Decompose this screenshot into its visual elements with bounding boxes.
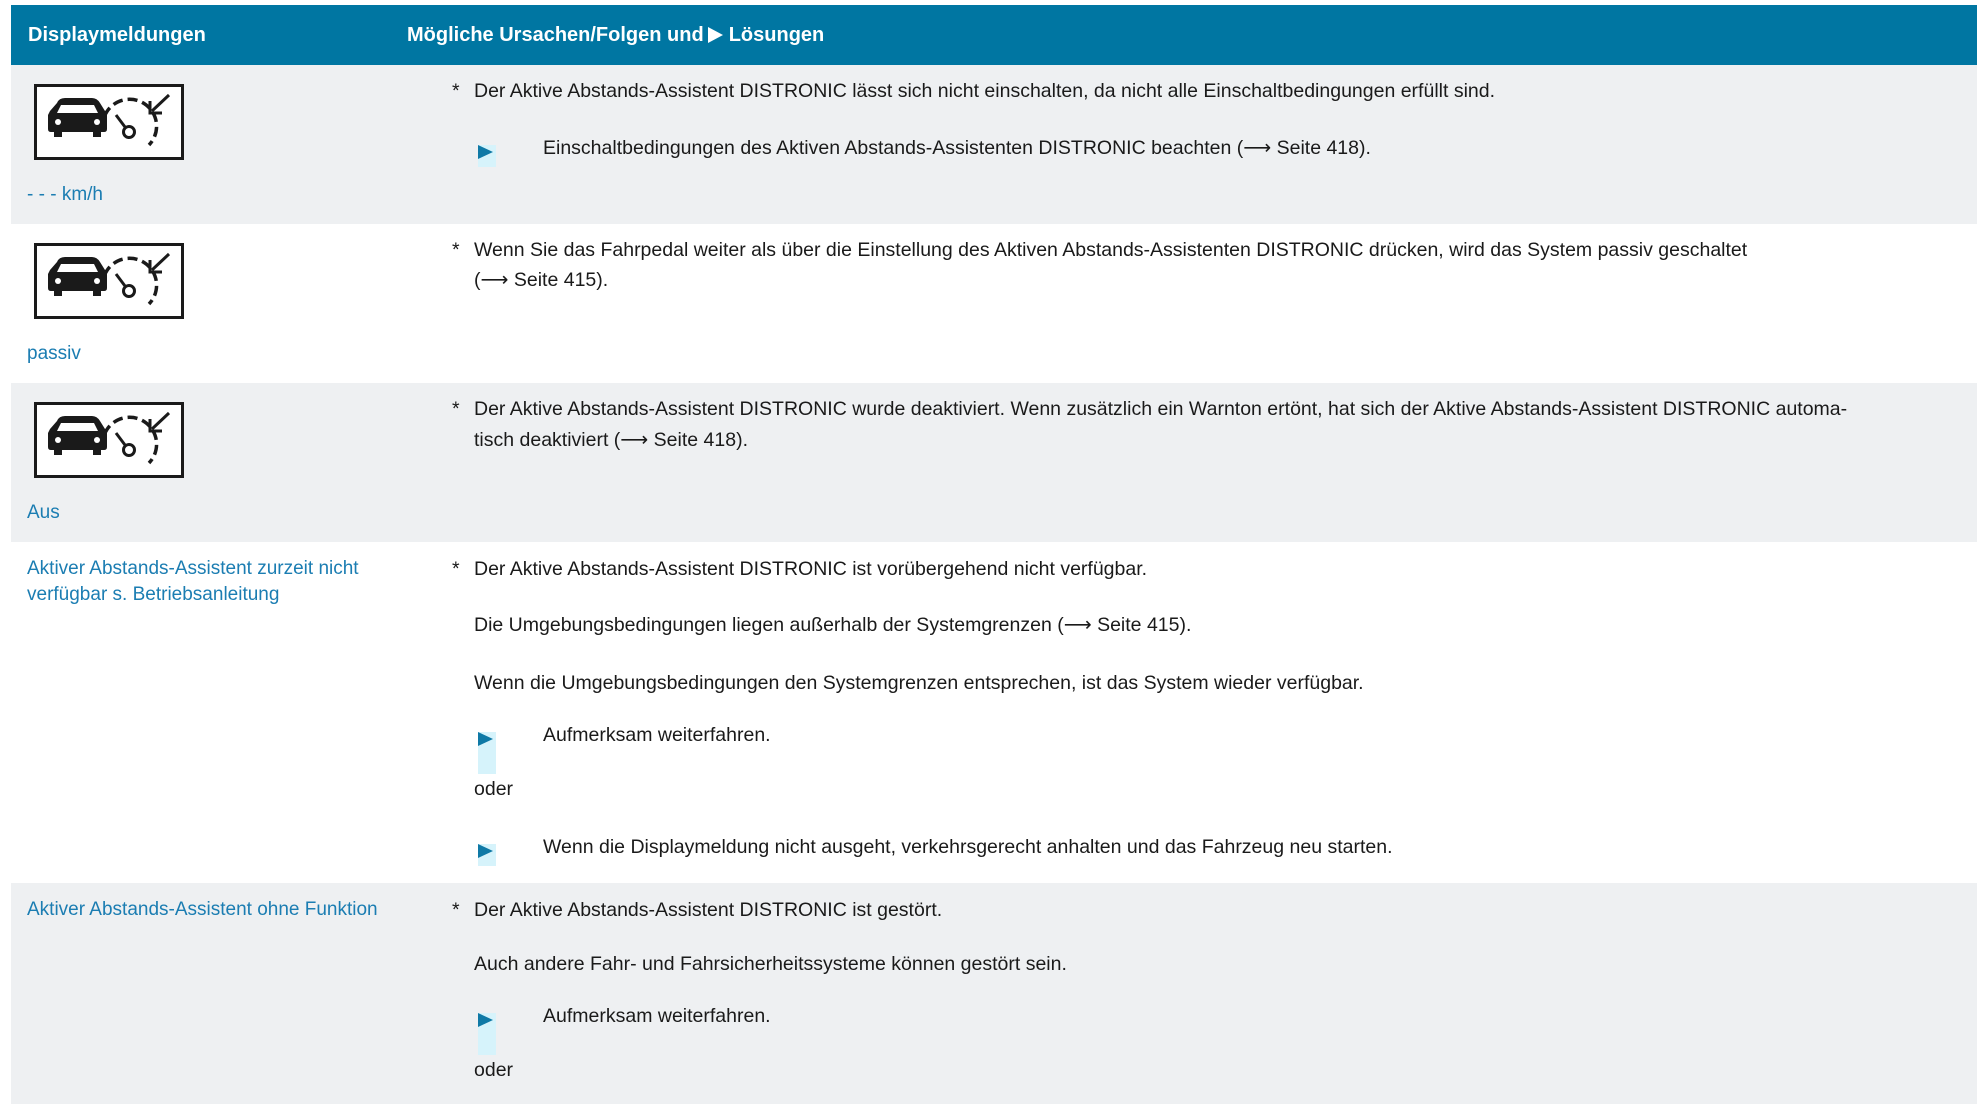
paragraph: Die Umgebungsbedingungen liegen außerhal… (474, 614, 1192, 636)
bullet: * (452, 899, 460, 921)
cause-text: Der Aktive Abstands-Assistent DISTRONIC … (474, 80, 1496, 102)
cause-text-line2: tisch deaktiviert (⟶ Seite 418). (474, 429, 748, 451)
table-header: Displaymeldungen Mögliche Ursachen/Folge… (11, 5, 1977, 65)
oder-text: oder (474, 1059, 514, 1081)
bullet: * (452, 398, 460, 420)
oder-text: oder (474, 778, 514, 800)
header-causes-solutions: Mögliche Ursachen/Folgen und Lösungen (407, 23, 825, 46)
solution-step: Aufmerksam weiterfahren. (543, 1005, 771, 1027)
step-arrow-icon (476, 730, 496, 774)
solution-step: Einschaltbedingungen des Aktiven Abstand… (543, 137, 1371, 159)
cause-text: Der Aktive Abstands-Assistent DISTRONIC … (474, 558, 1148, 580)
table-row: Aus * Der Aktive Abstands-Assistent DIST… (11, 383, 1977, 542)
paragraph: Wenn die Umgebungsbedingungen den System… (474, 672, 1364, 694)
message-label-aus: Aus (27, 502, 60, 523)
cause-text-line2: (⟶ Seite 415). (474, 269, 609, 291)
message-label-passiv: passiv (27, 343, 81, 364)
table-row: passiv * Wenn Sie das Fahrpedal weiter a… (11, 224, 1977, 383)
distronic-speedometer-icon (34, 243, 184, 319)
message-label-line1: Aktiver Abstands-Assistent zurzeit nicht (27, 558, 359, 579)
paragraph: Auch andere Fahr- und Fahrsicherheitssys… (474, 953, 1067, 975)
step-arrow-icon (476, 842, 496, 866)
table-row: Aktiver Abstands-Assistent ohne Funktion… (11, 883, 1977, 1104)
cause-text-line1: Wenn Sie das Fahrpedal weiter als über d… (474, 239, 1748, 261)
table-row: - - - km/h * Der Aktive Abstands-Assiste… (11, 65, 1977, 224)
bullet: * (452, 80, 460, 102)
message-table: Displaymeldungen Mögliche Ursachen/Folge… (11, 5, 1977, 1104)
bullet: * (452, 558, 460, 580)
step-arrow-icon (476, 143, 496, 167)
solution-step: Wenn die Displaymeldung nicht ausgeht, v… (543, 836, 1393, 858)
message-label: Aktiver Abstands-Assistent ohne Funktion (27, 899, 378, 920)
cause-text-line1: Der Aktive Abstands-Assistent DISTRONIC … (474, 398, 1848, 420)
solution-step: Aufmerksam weiterfahren. (543, 724, 771, 746)
message-label-line2: verfügbar s. Betriebsanleitung (27, 584, 280, 605)
bullet: * (452, 239, 460, 261)
solution-arrow-icon (707, 26, 723, 43)
distronic-speedometer-icon (34, 84, 184, 160)
header-display-messages: Displaymeldungen (28, 23, 206, 46)
cause-text: Der Aktive Abstands-Assistent DISTRONIC … (474, 899, 943, 921)
distronic-speedometer-icon (34, 402, 184, 478)
table-row: Aktiver Abstands-Assistent zurzeit nicht… (11, 542, 1977, 883)
message-label-kmh: - - - km/h (27, 184, 103, 205)
step-arrow-icon (476, 1011, 496, 1055)
